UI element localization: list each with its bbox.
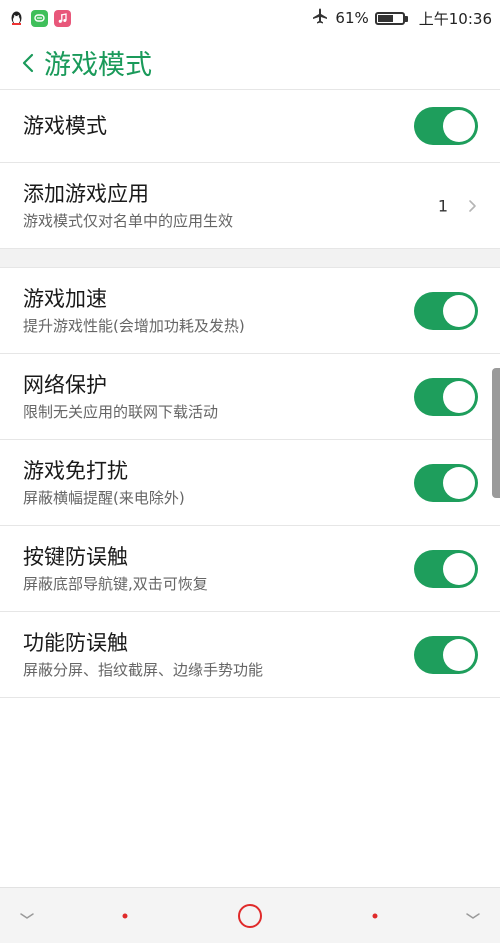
- edge-scroll-handle[interactable]: [492, 368, 500, 498]
- app-count: 1: [437, 196, 448, 215]
- setting-title: 网络保护: [23, 373, 107, 397]
- qq-icon: [8, 10, 25, 27]
- setting-subtitle: 屏蔽横幅提醒(来电除外): [23, 489, 185, 507]
- toggle-knob: [443, 552, 475, 585]
- setting-subtitle: 限制无关应用的联网下载活动: [23, 403, 219, 421]
- toggle-knob: [443, 294, 475, 327]
- toggle-knob: [443, 466, 475, 499]
- setting-title: 功能防误触: [23, 631, 128, 655]
- setting-texts: 游戏加速 提升游戏性能(会增加功耗及发热): [23, 285, 245, 336]
- battery-percent: 61%: [335, 9, 369, 27]
- battery-level: [377, 14, 393, 22]
- system-status: 61% 上午10:36: [311, 7, 500, 29]
- game-mode-toggle[interactable]: [414, 107, 478, 145]
- network-protection-toggle[interactable]: [414, 377, 478, 416]
- setting-add-game-apps[interactable]: 添加游戏应用 游戏模式仅对名单中的应用生效 1: [0, 163, 500, 249]
- setting-title: 按键防误触: [23, 545, 128, 569]
- page-title: 游戏模式: [44, 50, 152, 81]
- game-acceleration-toggle[interactable]: [414, 291, 478, 330]
- status-bar: 61% 上午10:36: [0, 0, 500, 36]
- setting-texts: 游戏免打扰 屏蔽横幅提醒(来电除外): [23, 457, 185, 508]
- setting-texts: 功能防误触 屏蔽分屏、指纹截屏、边缘手势功能: [23, 629, 263, 680]
- toggle-knob: [443, 110, 475, 142]
- setting-texts: 网络保护 限制无关应用的联网下载活动: [23, 371, 218, 422]
- toggle-knob: [443, 380, 475, 413]
- notification-icons: [0, 9, 71, 27]
- message-icon: [31, 9, 48, 27]
- nav-recents-button[interactable]: [372, 913, 378, 918]
- chevron-down-icon[interactable]: [19, 912, 35, 920]
- chevron-down-icon[interactable]: [465, 912, 481, 920]
- setting-subtitle: 屏蔽分屏、指纹截屏、边缘手势功能: [23, 661, 264, 679]
- toggle-knob: [443, 638, 475, 671]
- nav-home-button[interactable]: [238, 903, 262, 928]
- chevron-right-icon: [469, 199, 476, 212]
- setting-title: 添加游戏应用: [23, 182, 149, 206]
- setting-texts: 按键防误触 屏蔽底部导航键,双击可恢复: [23, 543, 208, 594]
- music-icon: [54, 9, 71, 27]
- setting-subtitle: 游戏模式仅对名单中的应用生效: [23, 212, 234, 230]
- setting-game-mode[interactable]: 游戏模式: [0, 90, 500, 163]
- setting-texts: 添加游戏应用 游戏模式仅对名单中的应用生效: [23, 180, 233, 231]
- airplane-icon: [311, 7, 329, 29]
- setting-title: 游戏加速: [23, 287, 107, 311]
- key-anti-mistouch-toggle[interactable]: [414, 549, 478, 588]
- battery-icon: [374, 11, 408, 25]
- setting-game-acceleration[interactable]: 游戏加速 提升游戏性能(会增加功耗及发热): [0, 268, 500, 354]
- back-button[interactable]: [18, 36, 38, 89]
- function-anti-mistouch-toggle[interactable]: [414, 635, 478, 674]
- setting-subtitle: 提升游戏性能(会增加功耗及发热): [23, 317, 245, 335]
- setting-subtitle: 屏蔽底部导航键,双击可恢复: [23, 575, 208, 593]
- setting-function-anti-mistouch[interactable]: 功能防误触 屏蔽分屏、指纹截屏、边缘手势功能: [0, 612, 500, 698]
- setting-title: 游戏免打扰: [23, 459, 128, 483]
- settings-list: 游戏模式 添加游戏应用 游戏模式仅对名单中的应用生效 1 游戏加速 提升游戏性能…: [0, 90, 500, 698]
- nav-back-button[interactable]: [122, 913, 128, 918]
- do-not-disturb-toggle[interactable]: [414, 463, 478, 502]
- setting-texts: 游戏模式: [23, 112, 107, 140]
- setting-key-anti-mistouch[interactable]: 按键防误触 屏蔽底部导航键,双击可恢复: [0, 526, 500, 612]
- setting-network-protection[interactable]: 网络保护 限制无关应用的联网下载活动: [0, 354, 500, 440]
- setting-do-not-disturb[interactable]: 游戏免打扰 屏蔽横幅提醒(来电除外): [0, 440, 500, 526]
- section-divider: [0, 249, 500, 268]
- setting-title: 游戏模式: [23, 114, 107, 138]
- chevron-left-icon: [22, 53, 34, 72]
- app-header: 游戏模式: [0, 36, 500, 90]
- navigation-bar: [0, 887, 500, 943]
- clock: 上午10:36: [418, 9, 492, 28]
